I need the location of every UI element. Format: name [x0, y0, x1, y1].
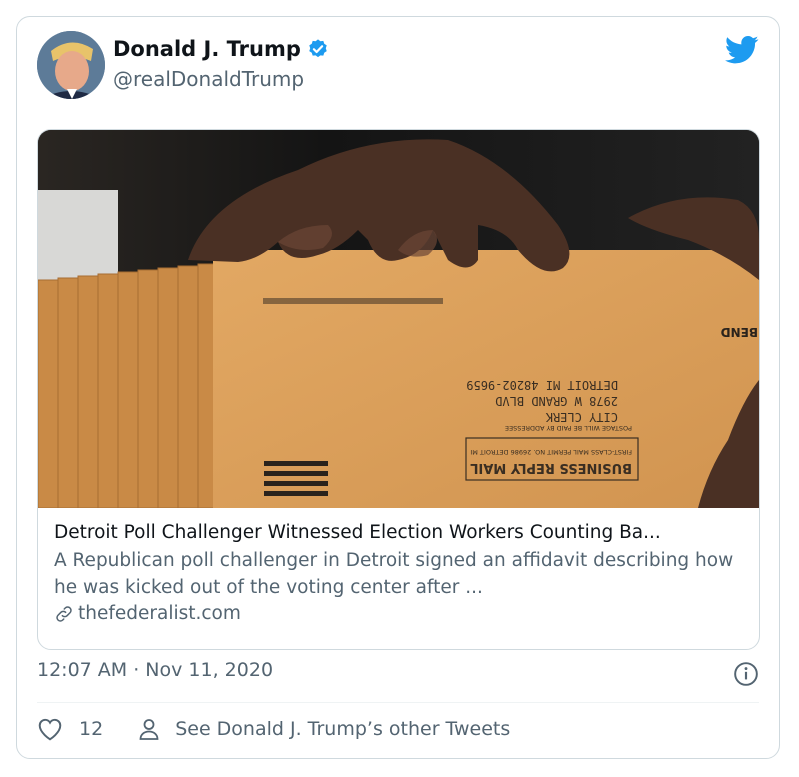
tweet-timestamp[interactable]: 12:07 AM · Nov 11, 2020: [37, 659, 273, 681]
link-description: A Republican poll challenger in Detroit …: [54, 550, 734, 598]
author-block: Donald J. Trump @realDonaldTrump: [113, 37, 329, 91]
heart-icon[interactable]: [37, 717, 63, 741]
author-handle[interactable]: @realDonaldTrump: [113, 67, 329, 91]
link-domain-text: thefederalist.com: [78, 603, 241, 624]
tweet-actions: 12 See Donald J. Trump’s other Tweets: [37, 717, 510, 741]
avatar[interactable]: [37, 31, 105, 99]
twitter-bird-icon[interactable]: [725, 35, 759, 65]
person-icon: [139, 719, 159, 740]
envelope-address-line2: 2978 W GRAND BLVD: [495, 394, 618, 408]
link-domain[interactable]: thefederalist.com: [54, 603, 744, 624]
envelope-bend-label: BEND: [721, 325, 758, 339]
divider: [37, 702, 759, 703]
info-icon[interactable]: [733, 661, 759, 687]
envelope-reply-label: BUSINESS REPLY MAIL: [470, 460, 632, 475]
author-name[interactable]: Donald J. Trump: [113, 37, 301, 61]
verified-badge-icon: [309, 39, 327, 58]
link-icon: [56, 605, 72, 622]
link-preview-card[interactable]: CITY CLERK 2978 W GRAND BLVD DETROIT MI …: [37, 129, 760, 650]
envelope-postage-label: POSTAGE WILL BE PAID BY ADDRESSEE: [505, 424, 632, 432]
envelope-address-line1: CITY CLERK: [545, 410, 618, 424]
like-count[interactable]: 12: [79, 718, 103, 740]
tweet-card: Donald J. Trump @realDonaldTrump CITY CL…: [16, 16, 780, 759]
envelope-address-line3: DETROIT MI 48202-9659: [466, 378, 618, 392]
envelope-permit-label: FIRST-CLASS MAIL PERMIT NO. 26986 DETROI…: [470, 448, 632, 456]
other-tweets-link[interactable]: See Donald J. Trump’s other Tweets: [175, 718, 510, 740]
article-image[interactable]: CITY CLERK 2978 W GRAND BLVD DETROIT MI …: [38, 130, 759, 508]
link-title[interactable]: Detroit Poll Challenger Witnessed Electi…: [54, 522, 744, 543]
